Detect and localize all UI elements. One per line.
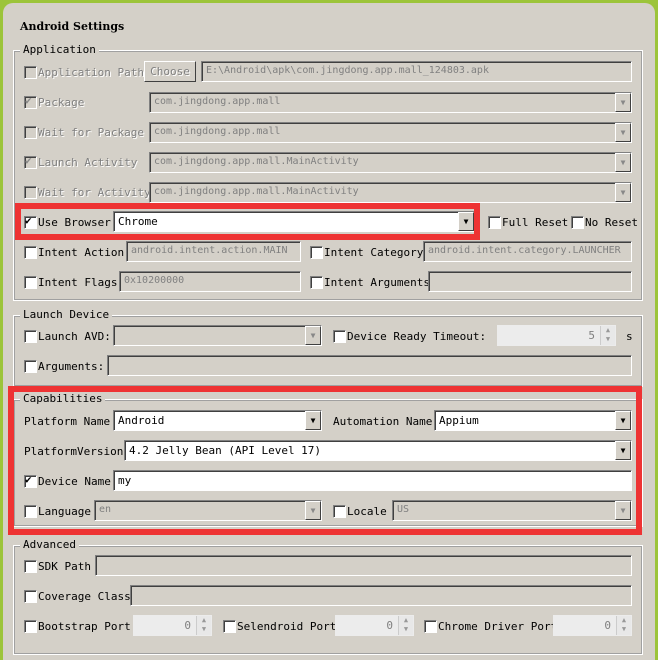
- choose-button[interactable]: Choose: [144, 61, 196, 82]
- intent-action-checkbox[interactable]: [24, 246, 37, 259]
- group-legend: Launch Device: [20, 308, 113, 321]
- coverage-class-label: Coverage Class: [38, 590, 131, 603]
- wait-package-combo[interactable]: com.jingdong.app.mall ▼: [149, 122, 632, 143]
- chromedriver-port-label: Chrome Driver Port: [438, 620, 558, 633]
- sdk-path-checkbox[interactable]: [24, 560, 37, 573]
- intent-arguments-label: Intent Arguments: [324, 276, 430, 289]
- selendroid-port-spinner[interactable]: 0 ▲ ▼: [335, 615, 414, 636]
- wait-activity-combo[interactable]: com.jingdong.app.mall.MainActivity ▼: [149, 182, 632, 203]
- no-reset-label: No Reset: [585, 216, 638, 229]
- intent-arguments-field[interactable]: [428, 271, 632, 292]
- app-path-label: Application Path: [38, 66, 144, 79]
- page-title: Android Settings: [20, 20, 125, 33]
- wait-activity-checkbox[interactable]: [24, 186, 37, 199]
- avd-combo[interactable]: ▼: [113, 325, 322, 346]
- wait-activity-label: Wait for Activity: [38, 186, 151, 199]
- launch-activity-value: com.jingdong.app.mall.MainActivity: [154, 156, 359, 167]
- arguments-checkbox[interactable]: [24, 360, 37, 373]
- timeout-checkbox[interactable]: [333, 330, 346, 343]
- launch-avd-label: Launch AVD:: [38, 330, 111, 343]
- intent-flags-label: Intent Flags: [38, 276, 118, 289]
- package-combo[interactable]: com.jingdong.app.mall ▼: [149, 92, 632, 113]
- arguments-field[interactable]: [107, 355, 632, 376]
- selendroid-port-value: 0: [386, 619, 393, 632]
- chromedriver-port-checkbox[interactable]: [424, 620, 437, 633]
- chevron-down-icon[interactable]: ▼: [615, 93, 631, 112]
- intent-category-label: Intent Category: [324, 246, 424, 259]
- app-path-field[interactable]: E:\Android\apk\com.jingdong.app.mall_124…: [201, 61, 632, 82]
- intent-arguments-checkbox[interactable]: [310, 276, 323, 289]
- wait-activity-value: com.jingdong.app.mall.MainActivity: [154, 186, 359, 197]
- coverage-class-checkbox[interactable]: [24, 590, 37, 603]
- launch-activity-checkbox[interactable]: [24, 154, 37, 169]
- timeout-label: Device Ready Timeout:: [347, 330, 487, 343]
- chevron-down-icon[interactable]: ▼: [615, 123, 631, 142]
- timeout-spinner[interactable]: 5 ▲ ▼: [497, 325, 616, 346]
- highlight-box: [15, 203, 480, 240]
- bootstrap-port-value: 0: [184, 619, 191, 632]
- sdk-path-field[interactable]: [95, 555, 632, 576]
- bootstrap-port-label: Bootstrap Port: [38, 620, 131, 633]
- highlight-box: [8, 386, 642, 535]
- launch-avd-checkbox[interactable]: [24, 330, 37, 343]
- intent-category-checkbox[interactable]: [310, 246, 323, 259]
- arguments-label: Arguments:: [38, 360, 105, 373]
- spinner-arrows-icon[interactable]: ▲ ▼: [600, 326, 615, 345]
- wait-package-label: Wait for Package: [38, 126, 144, 139]
- full-reset-checkbox[interactable]: [488, 216, 501, 229]
- launch-activity-combo[interactable]: com.jingdong.app.mall.MainActivity ▼: [149, 152, 632, 173]
- package-checkbox[interactable]: [24, 94, 37, 109]
- group-legend: Application: [20, 43, 99, 56]
- timeout-unit: s: [626, 330, 633, 343]
- package-value: com.jingdong.app.mall: [154, 96, 281, 107]
- group-legend: Advanced: [20, 538, 79, 551]
- intent-category-field[interactable]: android.intent.category.LAUNCHER: [423, 241, 632, 262]
- wait-package-checkbox[interactable]: [24, 126, 37, 139]
- intent-action-field[interactable]: android.intent.action.MAIN: [126, 241, 301, 262]
- android-settings-window: Android Settings Application Application…: [3, 3, 655, 660]
- coverage-class-field[interactable]: [130, 585, 632, 606]
- selendroid-port-checkbox[interactable]: [223, 620, 236, 633]
- intent-action-label: Intent Action: [38, 246, 125, 259]
- chromedriver-port-spinner[interactable]: 0 ▲ ▼: [553, 615, 632, 636]
- bootstrap-port-checkbox[interactable]: [24, 620, 37, 633]
- sdk-path-label: SDK Path: [38, 560, 91, 573]
- launch-activity-label: Launch Activity: [38, 156, 138, 169]
- timeout-value: 5: [588, 329, 595, 342]
- package-label: Package: [38, 96, 85, 109]
- chevron-down-icon[interactable]: ▼: [615, 153, 631, 172]
- spinner-arrows-icon[interactable]: ▲ ▼: [398, 616, 413, 635]
- spinner-arrows-icon[interactable]: ▲ ▼: [196, 616, 211, 635]
- app-path-checkbox[interactable]: [24, 66, 37, 79]
- selendroid-port-label: Selendroid Port: [237, 620, 337, 633]
- application-group: Application: [13, 43, 643, 301]
- intent-flags-checkbox[interactable]: [24, 276, 37, 289]
- wait-package-value: com.jingdong.app.mall: [154, 126, 281, 137]
- chromedriver-port-value: 0: [604, 619, 611, 632]
- intent-flags-field[interactable]: 0x10200000: [119, 271, 301, 292]
- no-reset-checkbox[interactable]: [571, 216, 584, 229]
- full-reset-label: Full Reset: [502, 216, 569, 229]
- chevron-down-icon[interactable]: ▼: [615, 183, 631, 202]
- spinner-arrows-icon[interactable]: ▲ ▼: [616, 616, 631, 635]
- bootstrap-port-spinner[interactable]: 0 ▲ ▼: [133, 615, 212, 636]
- chevron-down-icon[interactable]: ▼: [305, 326, 321, 345]
